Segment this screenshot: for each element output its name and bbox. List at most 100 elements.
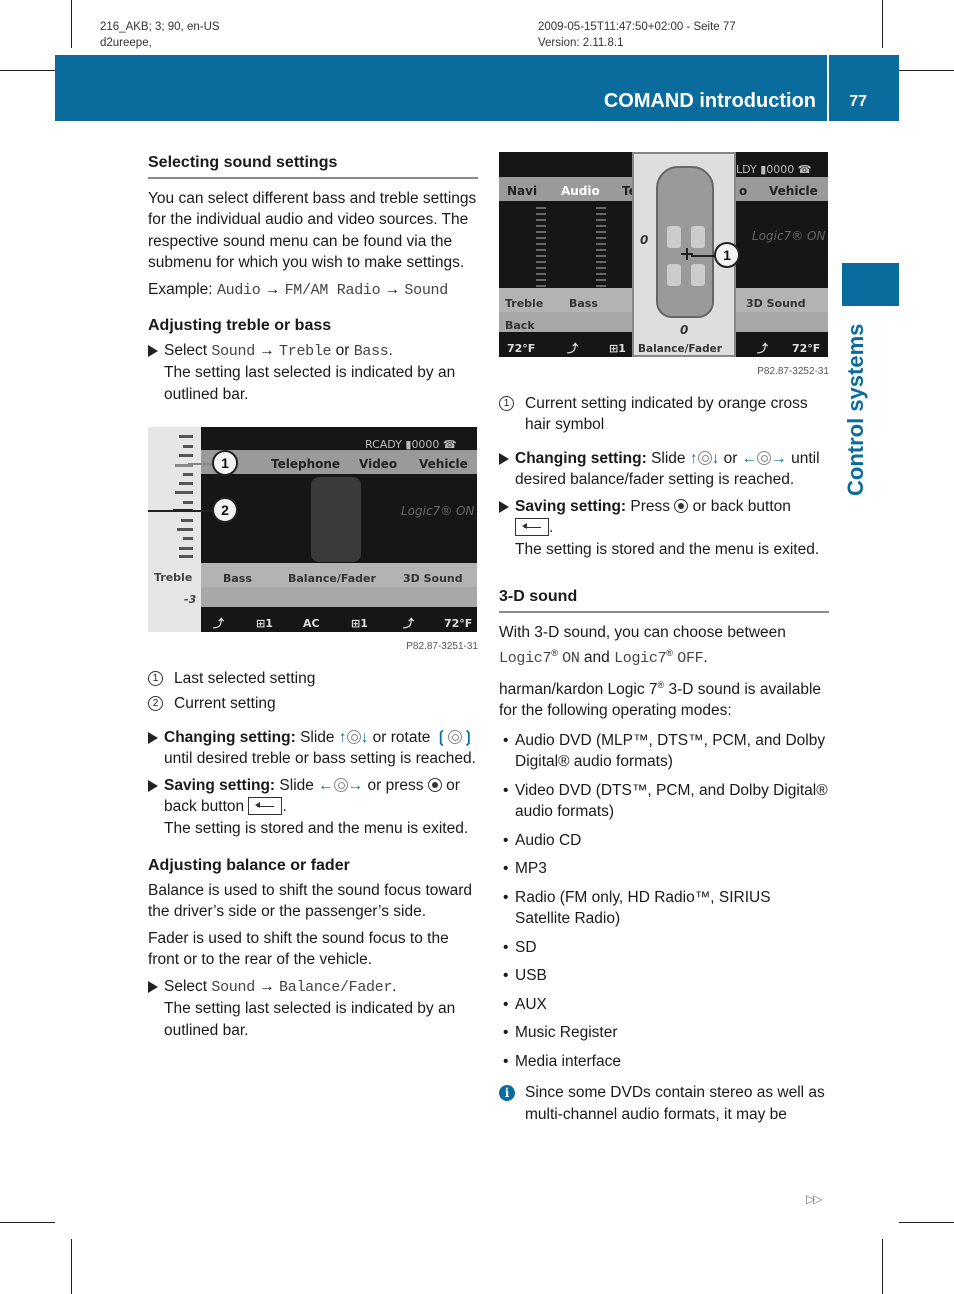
crop-mark — [0, 70, 55, 71]
bass-scale — [596, 207, 606, 287]
legend-text: Current setting — [174, 695, 276, 712]
callout-leader — [148, 510, 213, 512]
info-icon: i — [499, 1085, 515, 1102]
print-meta-left: 216_AKB; 3; 90, en-US d2ureepe, — [100, 19, 220, 51]
paragraph-text: With 3-D sound, you can choose between — [499, 623, 786, 641]
step-text: until desired treble or bass setting is … — [164, 750, 476, 767]
instruction-step: Select Sound → Treble or Bass. The setti… — [148, 340, 478, 406]
legend-number: 1 — [148, 670, 163, 686]
menu-path-item: Treble — [279, 342, 332, 360]
treble-scale: Treble -3 — [148, 427, 201, 632]
crop-mark — [71, 0, 72, 48]
arrow-icon: → — [259, 341, 275, 359]
menu-item: Vehicle — [769, 184, 818, 198]
subheading: Adjusting balance or fader — [148, 857, 350, 874]
seat-graphic — [667, 264, 681, 286]
step-text: Slide — [651, 449, 686, 467]
paragraph: harman/kardon Logic 7® 3-D sound is avai… — [499, 675, 829, 722]
step-text: . — [282, 798, 287, 815]
legend-text: Last selected setting — [174, 669, 316, 687]
step-triangle-icon — [148, 779, 158, 792]
step-triangle-icon — [148, 731, 158, 744]
logic7-status: Logic7® ON — [752, 229, 826, 243]
option-value: ON — [562, 650, 580, 668]
crop-mark — [0, 1222, 55, 1223]
chapter-header: COMAND introduction 77 — [55, 55, 899, 121]
legend-text: Current setting indicated by orange cros… — [525, 394, 808, 434]
scale-tick — [179, 547, 193, 550]
legend-item: 1 Last selected setting — [148, 668, 478, 690]
scale-tick — [177, 528, 193, 531]
crop-mark — [882, 1239, 883, 1294]
ac-label: AC — [303, 617, 320, 630]
scale-tick — [179, 555, 193, 558]
menu-item: Telephone — [271, 457, 341, 471]
seat-graphic — [667, 226, 681, 248]
seat-icon: ⤴ — [213, 617, 224, 630]
mode-list-item: Audio DVD (MLP™, DTS™, PCM, and Dolby Di… — [499, 730, 829, 773]
balance-fader-screen-figure: LDY ▮0000 ☎ Navi Audio Te o Vehicle Logi… — [499, 152, 828, 357]
mode-list-item: AUX — [499, 994, 829, 1016]
section-heading: Selecting sound settings — [148, 152, 478, 179]
instruction-step: Saving setting: Press or back button . T… — [499, 496, 829, 561]
step-note: The setting is stored and the menu is ex… — [164, 819, 469, 837]
scale-tick — [181, 519, 193, 522]
section-tab-marker — [842, 263, 899, 306]
seat-graphic — [691, 226, 705, 248]
right-column: LDY ▮0000 ☎ Navi Audio Te o Vehicle Logi… — [499, 152, 829, 1125]
crop-mark — [899, 1222, 954, 1223]
step-label: Changing setting: — [164, 728, 296, 746]
fan-icon: ⊞1 — [609, 342, 626, 355]
menu-item: Video — [359, 457, 398, 471]
crop-mark — [899, 70, 954, 71]
scale-tick — [183, 473, 193, 476]
scale-value: -3 — [184, 593, 197, 606]
page-number: 77 — [849, 93, 867, 110]
car-seat-graphic — [311, 477, 361, 562]
callout-leader — [691, 255, 716, 257]
paragraph: Balance is used to shift the sound focus… — [148, 881, 472, 921]
legend-item: 2 Current setting — [148, 693, 478, 715]
mode-list-item: Video DVD (DTS™, PCM, and Dolby Digital®… — [499, 780, 829, 823]
option-value: OFF — [677, 650, 704, 668]
step-text: Select — [164, 341, 208, 359]
section-heading: 3-D sound — [499, 586, 829, 613]
instruction-step: Changing setting: Slide ↑ ↓ or ← → until d… — [499, 448, 829, 491]
press-controller-icon — [674, 498, 689, 513]
seat-graphic — [691, 264, 705, 286]
temperature-readout: 72°F — [507, 342, 536, 355]
crop-mark — [882, 0, 883, 48]
figure-code: P82.87-3252-31 — [757, 366, 829, 377]
slide-left-right-icon: ← → — [318, 776, 364, 794]
fan-icon: ⊞1 — [256, 617, 273, 630]
scale-tick — [179, 435, 193, 438]
registered-mark: ® — [666, 648, 673, 658]
main-menu-bar: Telephone Video Vehicle — [201, 450, 477, 474]
step-text: or — [335, 341, 350, 359]
balance-value: 0 — [640, 233, 649, 247]
crop-mark — [71, 1239, 72, 1294]
instruction-step: Changing setting: Slide ↑ ↓ or rotate ❲ ❳ … — [148, 727, 478, 770]
callout-1: 1 — [714, 242, 740, 268]
callout-2: 2 — [212, 497, 238, 523]
slide-up-down-icon: ↑ ↓ — [689, 449, 720, 467]
menu-path-item: Audio — [216, 281, 261, 299]
scale-tick — [183, 445, 193, 448]
menu-path-item: Sound — [211, 978, 255, 996]
option-value: Logic7 — [499, 650, 552, 668]
scale-tick — [183, 501, 193, 504]
paragraph: Fader is used to shift the sound focus t… — [148, 929, 449, 969]
option-value: Logic7 — [614, 650, 667, 668]
meta-text: Version: 2.11.8.1 — [538, 37, 624, 49]
seat-icon: ⤴ — [567, 342, 578, 355]
subheading: Adjusting treble or bass — [148, 317, 332, 334]
header-divider — [827, 55, 829, 121]
back-button-icon — [248, 797, 283, 815]
paragraph-text: and — [583, 649, 610, 667]
climate-bar: ⤴ ⊞1 AC ⊞1 ⤴ 72°F — [201, 607, 477, 632]
mode-list-item: USB — [499, 965, 829, 987]
step-note: The setting last selected is indicated b… — [164, 364, 456, 403]
arrow-icon: → — [259, 977, 275, 995]
menu-path-item: Sound — [404, 281, 448, 299]
step-text: Select — [164, 977, 208, 995]
